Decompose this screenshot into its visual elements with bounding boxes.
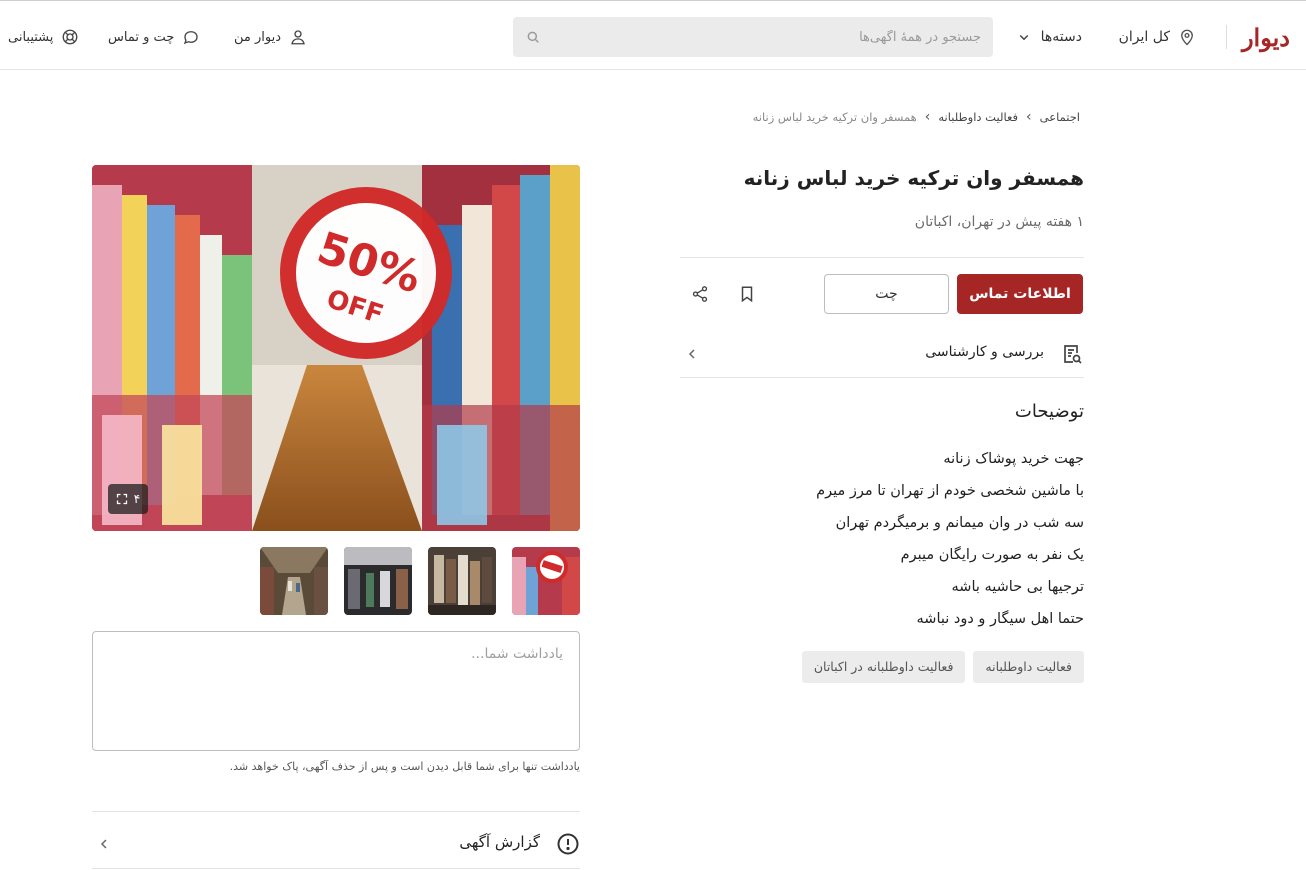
thumbnail-image [428, 547, 496, 615]
image-count: ۴ [133, 492, 141, 506]
user-icon [291, 30, 305, 45]
fullscreen-icon [116, 493, 127, 505]
tag[interactable]: فعالیت داوطلبانه در اکباتان [801, 651, 966, 683]
review-label: بررسی و کارشناسی [925, 344, 1044, 360]
description-line: جهت خرید پوشاک زنانه [943, 451, 1084, 467]
contact-info-button[interactable]: اطلاعات تماس [957, 274, 1083, 314]
share-icon [692, 286, 708, 302]
thumbnail-2[interactable] [428, 547, 496, 615]
chevron-left-icon: › [1026, 109, 1032, 125]
search-bar[interactable] [513, 17, 993, 57]
description-heading: توضیحات [1014, 401, 1084, 422]
review-row[interactable]: بررسی و کارشناسی [680, 330, 1084, 378]
my-divar-label: دیوار من [234, 29, 282, 45]
report-ad-row[interactable]: گزارش آگهی [92, 811, 580, 869]
breadcrumb-item[interactable]: فعالیت داوطلبانه [938, 110, 1018, 124]
header: دیوار کل ایران دسته‌ها دیوار من چت و تما… [0, 5, 1306, 70]
city-selector[interactable]: کل ایران [1119, 5, 1196, 69]
my-divar-link[interactable]: دیوار من [234, 5, 307, 69]
share-button[interactable] [688, 282, 712, 306]
browser-top-line [0, 0, 1306, 4]
description-line: سه شب در وان میمانم و برمیگردم تهران [835, 515, 1084, 531]
inspection-report-icon [1064, 345, 1082, 364]
chevron-left-icon [100, 839, 107, 849]
header-divider [1226, 25, 1227, 49]
chat-link[interactable]: چت و تماس [108, 5, 200, 69]
search-icon [527, 31, 539, 43]
lifebuoy-icon [62, 29, 78, 45]
chevron-left-icon: › [924, 109, 931, 125]
main-image[interactable]: 50% OFF [92, 165, 580, 531]
breadcrumb: اجتماعی › فعالیت داوطلبانه › همسفر وان ت… [680, 102, 1080, 132]
chat-button[interactable]: چت [824, 274, 949, 314]
chat-label: چت و تماس [108, 29, 175, 45]
description-line: حتما اهل سیگار و دود نباشه [916, 611, 1084, 627]
thumbnail-1[interactable] [512, 547, 580, 615]
chat-bubble-icon [184, 31, 198, 45]
bookmark-button[interactable] [735, 282, 759, 306]
thumbnail-4[interactable] [260, 547, 328, 615]
description-line: یک نفر به صورت رایگان میبرم [900, 547, 1084, 563]
categories-menu[interactable]: دسته‌ها [1015, 5, 1082, 69]
ad-subtitle: ۱ هفته پیش در تهران، اکباتان [914, 214, 1084, 230]
tag[interactable]: فعالیت داوطلبانه [973, 651, 1084, 683]
note-textarea[interactable] [92, 631, 580, 751]
breadcrumb-item[interactable]: همسفر وان ترکیه خرید لباس زنانه [753, 110, 917, 124]
support-link[interactable]: پشتیبانی [8, 5, 79, 69]
divider [680, 257, 1084, 258]
alert-circle-icon [557, 833, 579, 855]
thumbnail-image [512, 547, 580, 615]
logo[interactable]: دیوار [1242, 5, 1290, 69]
report-label: گزارش آگهی [459, 833, 540, 851]
note-hint: یادداشت تنها برای شما قابل دیدن است و پس… [229, 760, 580, 773]
categories-label: دسته‌ها [1040, 29, 1082, 45]
tag-list: فعالیت داوطلبانه فعالیت داوطلبانه در اکب… [801, 651, 1084, 683]
thumbnail-image [344, 547, 412, 615]
description-line: با ماشین شخصی خودم از تهران تا مرز میرم [816, 483, 1084, 499]
clothing-store-photo: 50% OFF [92, 165, 580, 531]
image-counter[interactable]: ۴ [108, 484, 148, 514]
support-label: پشتیبانی [8, 29, 54, 45]
chevron-left-icon [688, 349, 695, 359]
breadcrumb-item[interactable]: اجتماعی [1040, 110, 1080, 124]
description: جهت خرید پوشاک زنانه با ماشین شخصی خودم … [664, 443, 1084, 635]
description-line: ترجیها بی حاشیه باشه [951, 579, 1084, 595]
thumbnail-3[interactable] [344, 547, 412, 615]
location-pin-icon [1181, 29, 1193, 46]
page-title: همسفر وان ترکیه خرید لباس زنانه [743, 166, 1084, 190]
chevron-down-icon [1019, 34, 1028, 41]
bookmark-icon [741, 286, 753, 303]
search-input[interactable] [541, 17, 981, 57]
city-label: کل ایران [1118, 29, 1170, 45]
thumbnail-image [260, 547, 328, 615]
